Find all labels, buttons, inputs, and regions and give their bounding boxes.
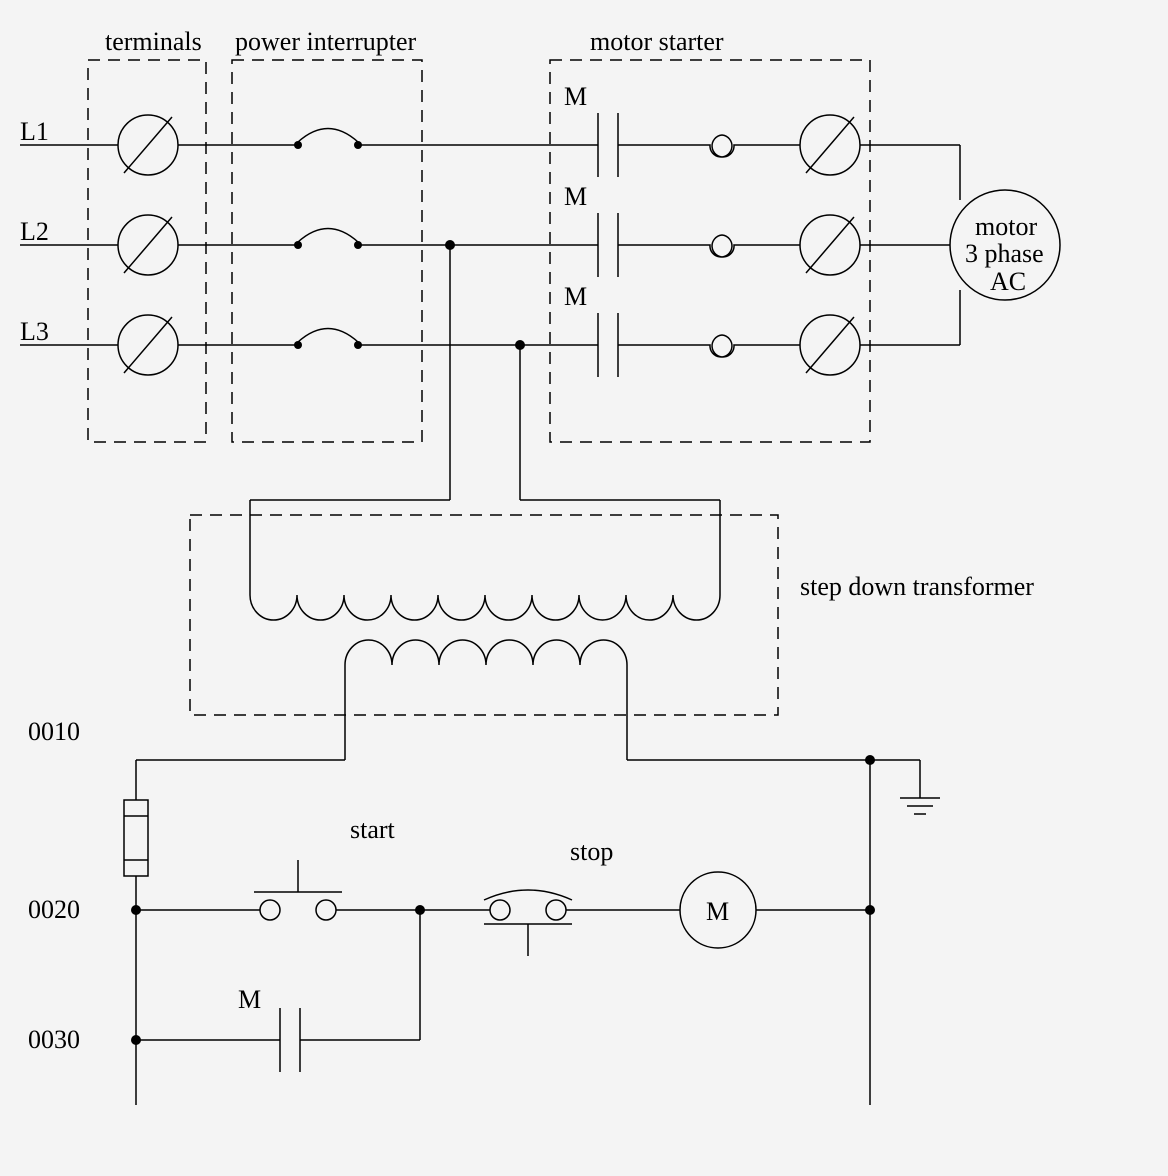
terminal-l2 xyxy=(118,215,178,275)
overload-l2 xyxy=(700,235,744,257)
rung-0010: 0010 xyxy=(28,717,80,746)
label-transformer: step down transformer xyxy=(800,572,1034,601)
switch-l1 xyxy=(294,129,362,150)
transformer-secondary xyxy=(345,640,627,760)
contactor-m-l2: M xyxy=(564,182,587,211)
stop-button-icon xyxy=(484,890,572,956)
ground-icon xyxy=(900,780,940,814)
rung-0030: 0030 xyxy=(28,1025,80,1054)
motor-label-3: AC xyxy=(990,267,1026,296)
terminal-out-l1 xyxy=(800,115,860,175)
contactor-l2 xyxy=(598,213,618,277)
contactor-m-l1: M xyxy=(564,82,587,111)
transformer-primary xyxy=(250,555,720,620)
overload-l3 xyxy=(700,335,744,357)
label-power-interrupter: power interrupter xyxy=(235,27,417,56)
coil-m-label: M xyxy=(706,897,729,926)
seal-in-m-label: M xyxy=(238,985,261,1014)
motor-label-1: motor xyxy=(975,212,1037,241)
rung-0020: 0020 xyxy=(28,895,80,924)
fuse-icon xyxy=(124,800,148,876)
contactor-m-l3: M xyxy=(564,282,587,311)
contactor-l3 xyxy=(598,313,618,377)
label-start: start xyxy=(350,815,396,844)
terminal-l3 xyxy=(118,315,178,375)
motor-label-2: 3 phase xyxy=(965,239,1044,268)
terminal-out-l2 xyxy=(800,215,860,275)
switch-l3 xyxy=(294,329,362,350)
start-button-icon xyxy=(254,860,342,920)
terminal-l1 xyxy=(118,115,178,175)
switch-l2 xyxy=(294,229,362,250)
line-l3: L3 xyxy=(20,317,49,346)
transformer-box xyxy=(190,515,778,715)
label-terminals: terminals xyxy=(105,27,202,56)
label-motor-starter: motor starter xyxy=(590,27,724,56)
line-l1: L1 xyxy=(20,117,49,146)
seal-in-contact xyxy=(280,1008,300,1072)
terminal-out-l3 xyxy=(800,315,860,375)
contactor-l1 xyxy=(598,113,618,177)
power-interrupter-box xyxy=(232,60,422,442)
terminals-box xyxy=(88,60,206,442)
wiring-diagram: terminals power interrupter motor starte… xyxy=(0,0,1168,1176)
overload-l1 xyxy=(700,135,744,157)
line-l2: L2 xyxy=(20,217,49,246)
label-stop: stop xyxy=(570,837,613,866)
